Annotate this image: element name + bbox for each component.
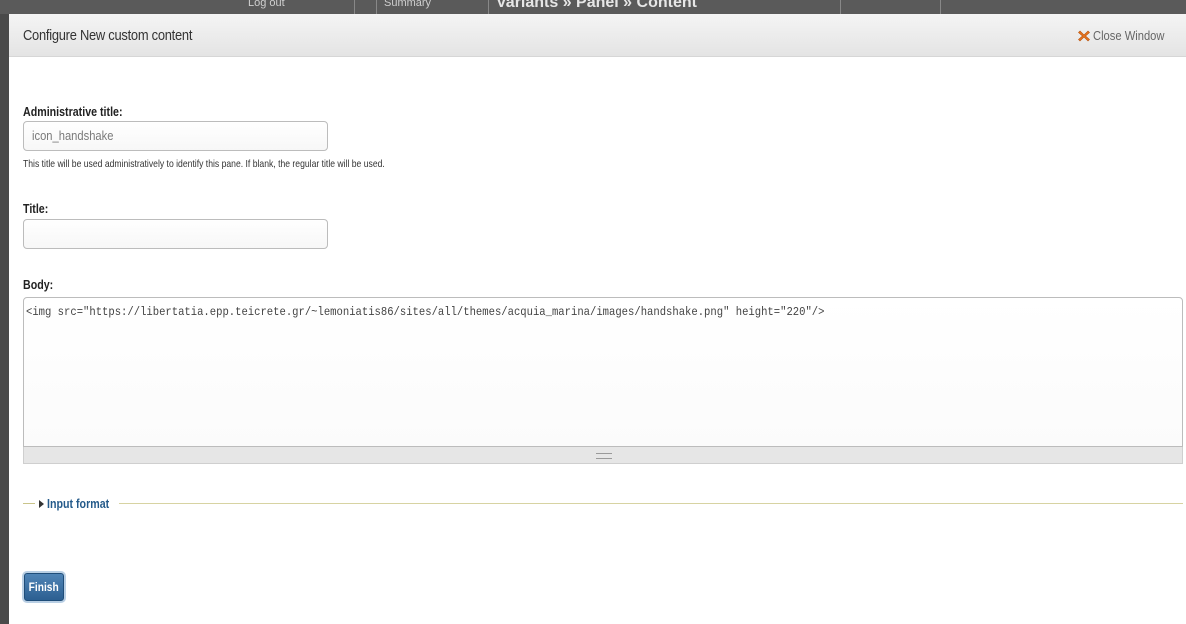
background-page: Log out Summary Variants » Panel » Conte… [0,0,1186,14]
grip-lines-icon [596,453,612,459]
background-logout-link: Log out [248,0,285,9]
fieldset-border [23,503,35,504]
background-divider [376,0,377,14]
close-window-button[interactable]: Close Window [1077,28,1176,43]
input-format-toggle[interactable]: Input format [39,496,123,511]
background-summary-link: Summary [384,0,432,9]
background-left-edge [0,14,9,624]
triangle-right-icon [39,499,44,508]
close-window-label[interactable]: Close Window [1093,28,1164,43]
input-format-fieldset: Input format [23,496,1183,512]
background-divider [940,0,941,14]
admin-title-description: This title will be used administratively… [23,158,385,170]
body-value: <img src="https://libertatia.epp.teicret… [26,305,825,319]
admin-title-label: Administrative title: [23,104,123,119]
textarea-resize-handle[interactable] [23,447,1183,464]
modal-header: Configure New custom content Close Windo… [9,14,1186,57]
finish-button-label: Finish [28,580,60,594]
background-heading: Variants » Panel » Content [496,0,697,11]
body-textarea[interactable]: <img src="https://libertatia.epp.teicret… [23,297,1183,447]
background-divider [354,0,355,14]
admin-title-value: icon_handshake [32,128,114,143]
input-format-label[interactable]: Input format [47,496,109,511]
title-label: Title: [23,201,49,216]
finish-button[interactable]: Finish [24,573,64,601]
body-label: Body: [23,277,54,292]
background-divider [840,0,841,14]
background-divider [488,0,489,14]
modal-dialog: Configure New custom content Close Windo… [9,14,1186,624]
screen: Log out Summary Variants » Panel » Conte… [0,0,1186,624]
fieldset-border [119,503,1183,504]
admin-title-input[interactable]: icon_handshake [23,121,328,151]
title-input[interactable] [23,219,328,249]
close-icon[interactable] [1077,30,1090,42]
modal-title: Configure New custom content [23,27,193,44]
